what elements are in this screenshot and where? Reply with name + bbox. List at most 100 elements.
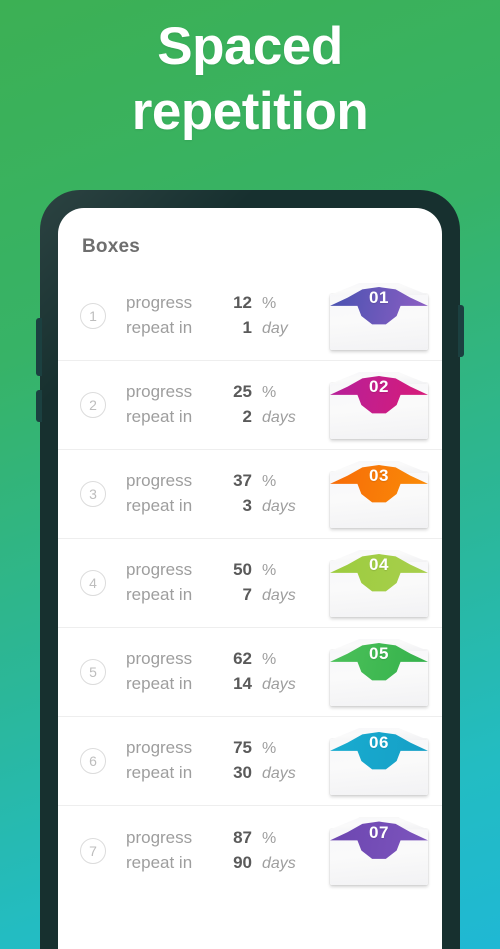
box-row[interactable]: 7 progress 87 % repeat in 90 days 07 (58, 806, 442, 895)
progress-value: 75 (233, 738, 252, 758)
box-row[interactable]: 1 progress 12 % repeat in 1 day 01 (58, 272, 442, 361)
page-title: Spaced repetition (0, 14, 500, 144)
repeat-line: repeat in 7 days (126, 583, 322, 608)
box-index-badge: 7 (80, 837, 106, 864)
progress-line: progress 37 % (126, 469, 322, 494)
box-number-label: 06 (369, 733, 389, 752)
box-envelope-icon[interactable]: 01 (330, 282, 428, 350)
repeat-value: 7 (242, 585, 252, 604)
repeat-value: 1 (242, 318, 252, 337)
box-envelope-icon[interactable]: 04 (330, 549, 428, 617)
box-row[interactable]: 4 progress 50 % repeat in 7 days 04 (58, 539, 442, 628)
progress-unit: % (262, 473, 277, 491)
progress-value: 62 (233, 649, 252, 669)
repeat-unit: days (262, 676, 296, 693)
box-number-label: 04 (369, 555, 389, 574)
repeat-line: repeat in 14 days (126, 672, 322, 697)
repeat-value: 3 (242, 496, 252, 515)
progress-line: progress 62 % (126, 647, 322, 672)
progress-unit: % (262, 740, 277, 758)
box-envelope-icon[interactable]: 03 (330, 460, 428, 528)
repeat-unit: days (262, 854, 296, 872)
box-fields: progress 50 % repeat in 7 days (126, 558, 322, 607)
box-envelope-icon[interactable]: 06 (330, 727, 428, 795)
box-number-label: 05 (369, 644, 389, 663)
box-number-label: 01 (369, 288, 389, 307)
repeat-line: repeat in 1 day (126, 316, 322, 341)
page-title-line-2: repetition (131, 82, 369, 142)
progress-label: progress (126, 382, 193, 402)
progress-value: 25 (233, 382, 252, 402)
box-index-badge: 6 (80, 748, 106, 774)
phone-mockup: Boxes 1 progress 12 % repeat in 1 day 01… (36, 190, 464, 949)
box-index-badge: 4 (80, 570, 106, 596)
box-fields: progress 62 % repeat in 14 days (126, 647, 322, 696)
progress-label: progress (126, 293, 193, 313)
progress-value: 37 (233, 471, 252, 491)
progress-label: progress (126, 738, 193, 758)
progress-label: progress (126, 827, 193, 847)
repeat-unit: days (262, 409, 296, 426)
box-row[interactable]: 3 progress 37 % repeat in 3 days 03 (58, 450, 442, 539)
repeat-value: 2 (242, 407, 252, 426)
box-fields: progress 12 % repeat in 1 day (126, 291, 322, 340)
box-envelope-icon[interactable]: 02 (330, 371, 428, 439)
box-fields: progress 37 % repeat in 3 days (126, 469, 322, 518)
box-number-label: 07 (369, 822, 389, 842)
progress-label: progress (126, 471, 193, 491)
box-envelope-icon[interactable]: 07 (330, 817, 428, 885)
box-envelope-icon[interactable]: 05 (330, 638, 428, 706)
repeat-label: repeat in (126, 674, 193, 693)
box-row[interactable]: 6 progress 75 % repeat in 30 days 06 (58, 717, 442, 806)
progress-line: progress 12 % (126, 291, 322, 316)
repeat-label: repeat in (126, 763, 193, 782)
repeat-line: repeat in 90 days (126, 851, 322, 876)
repeat-value: 30 (233, 763, 252, 782)
phone-screen: Boxes 1 progress 12 % repeat in 1 day 01… (58, 208, 442, 949)
box-fields: progress 25 % repeat in 2 days (126, 380, 322, 429)
dialog-footer: OK (58, 934, 442, 949)
repeat-label: repeat in (126, 496, 193, 515)
progress-unit: % (262, 829, 277, 847)
box-index-badge: 2 (80, 392, 106, 418)
repeat-unit: days (262, 498, 296, 515)
repeat-value: 14 (233, 674, 252, 693)
repeat-unit: days (262, 587, 296, 604)
progress-line: progress 50 % (126, 558, 322, 583)
progress-line: progress 25 % (126, 380, 322, 405)
boxes-heading: Boxes (82, 236, 141, 257)
repeat-unit: day (262, 320, 288, 337)
progress-value: 12 (233, 293, 252, 313)
progress-line: progress 87 % (126, 826, 322, 851)
repeat-label: repeat in (126, 318, 193, 337)
box-index-badge: 5 (80, 659, 106, 685)
box-row[interactable]: 2 progress 25 % repeat in 2 days 02 (58, 361, 442, 450)
repeat-value: 90 (233, 852, 252, 872)
progress-unit: % (262, 295, 277, 313)
volume-down-button[interactable] (36, 390, 42, 422)
box-fields: progress 87 % repeat in 90 days (126, 826, 322, 875)
page-title-line-1: Spaced (157, 17, 343, 76)
volume-up-button[interactable] (36, 318, 42, 376)
boxes-list: 1 progress 12 % repeat in 1 day 01 2 pro… (58, 272, 442, 895)
box-index-badge: 3 (80, 481, 106, 507)
repeat-line: repeat in 30 days (126, 761, 322, 786)
progress-line: progress 75 % (126, 736, 322, 761)
progress-unit: % (262, 651, 277, 669)
box-row[interactable]: 5 progress 62 % repeat in 14 days 05 (58, 628, 442, 717)
box-number-label: 02 (369, 377, 389, 396)
progress-unit: % (262, 562, 277, 580)
box-index-badge: 1 (80, 303, 106, 329)
progress-label: progress (126, 649, 193, 669)
progress-unit: % (262, 384, 277, 402)
repeat-unit: days (262, 765, 296, 782)
box-number-label: 03 (369, 466, 389, 485)
progress-value: 87 (233, 827, 252, 847)
power-button[interactable] (458, 305, 464, 357)
repeat-label: repeat in (126, 407, 193, 426)
repeat-label: repeat in (126, 585, 193, 604)
repeat-line: repeat in 3 days (126, 494, 322, 519)
progress-label: progress (126, 560, 193, 580)
repeat-line: repeat in 2 days (126, 405, 322, 430)
repeat-label: repeat in (126, 852, 193, 872)
